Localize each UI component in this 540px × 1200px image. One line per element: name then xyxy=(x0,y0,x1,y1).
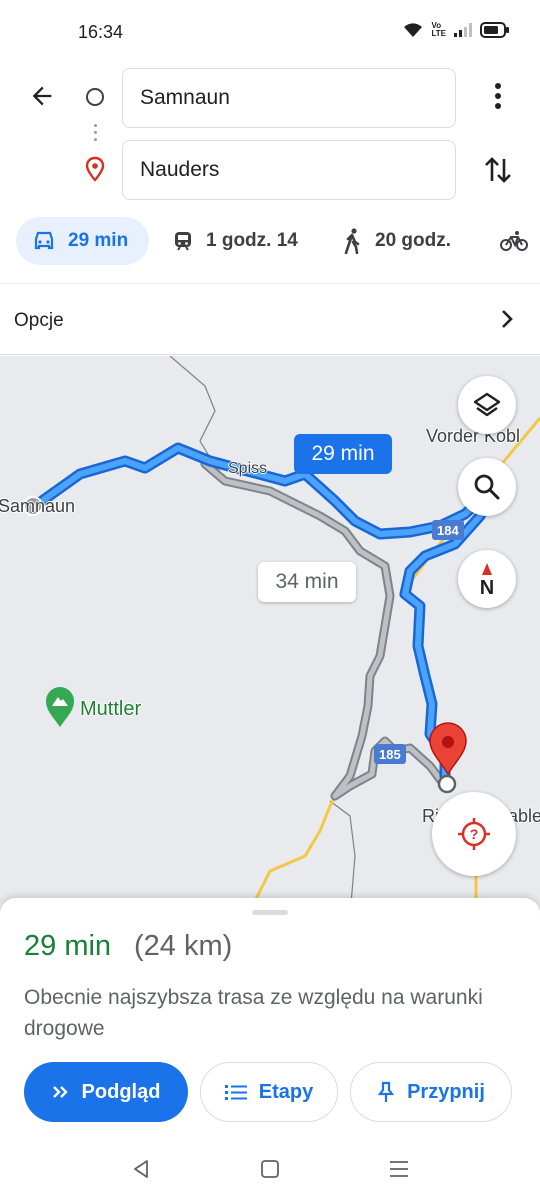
destination-input[interactable]: Nauders xyxy=(122,140,456,200)
arrow-back-icon xyxy=(32,86,52,106)
road-shield-184: 184 xyxy=(432,520,464,540)
origin-input[interactable]: Samnaun xyxy=(122,68,456,128)
steps-button[interactable]: Etapy xyxy=(200,1062,338,1122)
pin-button[interactable]: Przypnij xyxy=(350,1062,512,1122)
route-eta: 29 min xyxy=(24,930,112,962)
search-icon xyxy=(474,474,500,500)
pin-center xyxy=(442,736,454,748)
mountain-poi-icon xyxy=(46,687,74,727)
double-chevron-icon xyxy=(52,1086,68,1098)
wifi-icon xyxy=(404,23,423,37)
preview-label: Podgląd xyxy=(81,1080,161,1103)
location-unknown-icon: ? xyxy=(458,818,490,850)
route-dots-icon xyxy=(94,122,97,144)
nav-home-button[interactable] xyxy=(255,1154,285,1184)
walk-icon xyxy=(344,228,360,254)
compass-letter: N xyxy=(480,577,494,597)
main-route-inner xyxy=(32,445,503,779)
mode-driving[interactable]: 29 min xyxy=(16,217,149,265)
network-tag: Vo LTE xyxy=(431,22,446,38)
car-icon xyxy=(34,231,54,250)
route-summary-sheet[interactable]: 29 min (24 km) Obecnie najszybsza trasa … xyxy=(0,898,540,1138)
origin-circle-icon xyxy=(86,88,104,106)
mode-walking-label: 20 godz. xyxy=(375,230,452,251)
map-view[interactable]: Samnaun Spiss Vorder Kobl Ri able 29 min… xyxy=(0,356,540,916)
bike-icon xyxy=(500,231,528,251)
destination-pin-icon xyxy=(85,156,105,182)
travel-modes: 29 min 1 godz. 14 20 godz. xyxy=(0,208,540,282)
options-row[interactable]: Opcje xyxy=(0,283,540,355)
road-shield-185: 185 xyxy=(374,744,406,764)
status-bar: 16:34 Vo LTE xyxy=(0,0,540,60)
home-square-icon xyxy=(261,1160,279,1178)
status-icons: Vo LTE xyxy=(403,22,510,38)
mode-driving-label: 29 min xyxy=(68,230,129,251)
layers-icon xyxy=(473,392,501,417)
compass-icon: N xyxy=(480,563,494,597)
map-label-samnaun: Samnaun xyxy=(0,496,76,516)
route-time-main[interactable]: 29 min xyxy=(294,434,392,474)
map-label-muttler[interactable]: Muttler xyxy=(80,698,141,721)
swap-vert-icon xyxy=(485,157,511,183)
more-vert-icon xyxy=(495,83,501,109)
nav-recents-button[interactable] xyxy=(384,1154,414,1184)
swap-button[interactable] xyxy=(478,148,518,192)
route-description: Obecnie najszybsza trasa ze względu na w… xyxy=(24,986,483,1040)
directions-header: Samnaun Nauders xyxy=(0,60,540,208)
menu-lines-icon xyxy=(390,1161,408,1177)
train-icon xyxy=(175,232,191,251)
map-search-button[interactable] xyxy=(458,458,516,516)
network-tag-bottom: LTE xyxy=(431,29,446,38)
destination-dot xyxy=(437,774,457,794)
system-nav-bar xyxy=(0,1138,540,1200)
route-distance: (24 km) xyxy=(134,930,233,962)
status-time: 16:34 xyxy=(78,22,124,42)
mode-walking[interactable]: 20 godz. xyxy=(343,217,451,265)
more-options-button[interactable] xyxy=(484,76,512,116)
signal-icon xyxy=(454,23,472,37)
pushpin-icon xyxy=(377,1081,395,1102)
compass-button[interactable]: N xyxy=(458,550,516,608)
chevron-right-icon xyxy=(502,310,513,328)
layers-button[interactable] xyxy=(458,376,516,434)
mode-cycling[interactable] xyxy=(500,217,540,265)
sheet-drag-handle[interactable] xyxy=(252,910,288,915)
steps-label: Etapy xyxy=(258,1080,314,1103)
back-triangle-icon xyxy=(134,1160,148,1178)
nav-back-button[interactable] xyxy=(126,1154,156,1184)
svg-text:?: ? xyxy=(470,826,479,842)
battery-icon xyxy=(480,22,509,38)
preview-button[interactable]: Podgląd xyxy=(24,1062,188,1122)
route-time-alt[interactable]: 34 min xyxy=(258,562,356,602)
mode-transit[interactable]: 1 godz. 14 xyxy=(172,217,298,265)
pin-label: Przypnij xyxy=(407,1080,485,1103)
options-label: Opcje xyxy=(14,310,64,331)
my-location-button[interactable]: ? xyxy=(432,792,516,876)
map-label-spiss: Spiss xyxy=(228,460,268,477)
back-button[interactable] xyxy=(22,76,62,116)
list-icon xyxy=(224,1085,247,1100)
mode-transit-label: 1 godz. 14 xyxy=(206,230,298,251)
